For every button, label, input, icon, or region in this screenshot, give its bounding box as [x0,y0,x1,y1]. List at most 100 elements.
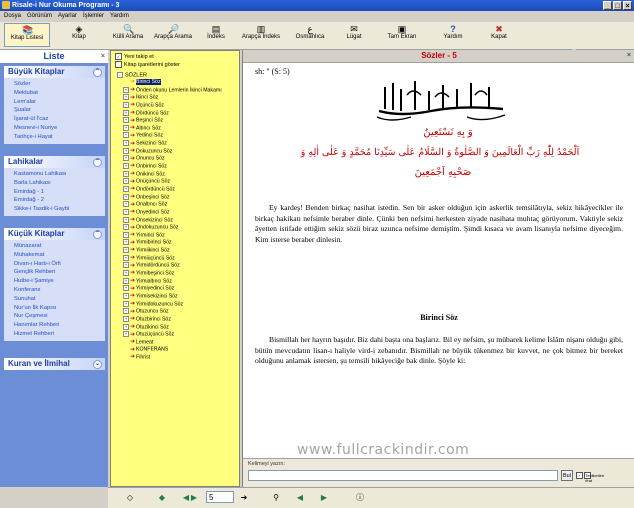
arabic-search-button[interactable]: 🔎 Arapça Arama [150,23,196,47]
list-item[interactable]: Kastamonu Lahikası [14,170,105,179]
back-icon[interactable]: ◀ [294,492,306,503]
tree-item[interactable]: + ➔Dördüncü Söz [111,109,239,118]
expand-icon[interactable]: + [123,193,129,200]
tree-item[interactable]: + ➔Yirmiyedinci Söz [111,285,239,293]
list-item[interactable]: Sözler [14,80,105,89]
expand-icon[interactable]: + [123,254,129,261]
expand-icon[interactable]: + [123,170,129,177]
tree-item[interactable]: + ➔Yirmidördüncü Söz [111,262,239,270]
menu-view[interactable]: Görünüm [27,11,52,21]
checkbox-icon[interactable]: ✓ [115,53,122,61]
tree-item[interactable]: + ➔Yirmidokuzuncu Söz [111,300,239,309]
maximize-button[interactable]: □ [613,1,622,10]
expand-icon[interactable]: + [123,270,129,277]
tree-item[interactable]: + ➔Beşinci Söz [111,117,239,125]
group-header[interactable]: Büyük Kitaplar ⌃ [4,66,105,78]
menu-actions[interactable]: İşlemler [83,11,104,21]
expand-icon[interactable]: + [123,101,129,108]
help-button[interactable]: ? Yardım [438,23,468,47]
tree-item[interactable]: + ➔Yirmiikinci Söz [111,247,239,255]
search-all-button[interactable]: 🔍 Külli Arama [108,23,148,47]
bookmark-icon[interactable]: ◇ [124,492,136,503]
list-item[interactable]: Hanımlar Rehberi [14,321,105,330]
arabic-index-button[interactable]: ▥ Arapça İndeks [238,23,284,47]
minimize-button[interactable]: _ [603,1,612,10]
next-page-icon[interactable]: ▶ [188,492,200,503]
expand-icon[interactable]: + [123,178,129,185]
tree-item[interactable]: + ➔Otuzbirinci Söz [111,315,239,324]
expand-icon[interactable]: + [123,132,129,139]
expand-icon[interactable]: + [123,285,129,292]
menu-help[interactable]: Yardım [110,11,129,21]
info-icon[interactable]: ⓘ [354,492,366,503]
tree-item[interactable]: + ➔Onikinci Söz [111,170,239,179]
expand-icon[interactable]: + [123,140,129,147]
expand-icon[interactable]: + [123,323,129,330]
list-item[interactable]: Münazarat [14,242,105,251]
page-number-input[interactable]: 5 [206,491,234,503]
list-item[interactable]: Emirdağ - 2 [14,196,105,205]
list-item[interactable]: Şualar [14,106,105,115]
tree-item[interactable]: + ➔Yedinci Söz [111,132,239,140]
list-item[interactable]: Sunuhat [14,295,105,304]
tree-item[interactable]: + ➔Yirmialtıncı Söz [111,277,239,286]
search-option[interactable]: ✓ Tekliketleri ifrat [576,472,604,483]
checkbox-icon[interactable]: ✓ [576,472,583,479]
expand-icon[interactable]: + [123,308,129,315]
tree-item[interactable]: + ➔Üçüncü Söz [111,101,239,110]
tree-item[interactable]: + ➔Altıncı Söz [111,124,239,133]
expand-icon[interactable]: + [123,155,129,162]
list-item[interactable]: Emirdağ - 1 [14,188,105,197]
tree-item[interactable]: ➔Fihrist [111,354,239,362]
expand-icon[interactable]: + [123,224,129,231]
expand-icon[interactable]: + [123,239,129,246]
group-header[interactable]: Lahikalar ⌃ [4,156,105,168]
list-item[interactable]: Mesnevi-i Nuriye [14,124,105,133]
tree-item[interactable]: + ➔Otuzüçüncü Söz [111,331,239,339]
tree-item[interactable]: + ➔Ondokuzuncu Söz [111,224,239,232]
list-item[interactable]: Tarihçe-i Hayat [14,133,105,142]
tree-item[interactable]: + ➔İkinci Söz [111,94,239,102]
tree-item[interactable]: + ➔Sekizinci Söz [111,140,239,148]
tree-item[interactable]: + ➔Onyedinci Söz [111,208,239,217]
chevron-down-icon[interactable]: ⌄ [93,360,102,369]
close-window-button[interactable]: × [623,1,632,10]
expand-icon[interactable]: + [123,109,129,116]
chevron-up-icon[interactable]: ⌃ [93,158,102,167]
first-page-icon[interactable]: ◆ [156,492,168,503]
list-item[interactable]: Konferans [14,286,105,295]
tree-root[interactable]: - SÖZLER [111,72,239,79]
index-button[interactable]: ▤ İndeks [202,23,230,47]
list-item[interactable]: Nur Çeşmesi [14,312,105,321]
option-follow[interactable]: ✓ Yeni takip et [111,53,239,61]
tree-item[interactable]: + ➔Onuncu Söz [111,155,239,163]
expand-icon[interactable]: + [123,300,129,307]
close-app-button[interactable]: ✖ Kapat [484,23,514,47]
tree-item[interactable]: + ➔Otuzuncu Söz [111,308,239,316]
fullscreen-button[interactable]: ▣ Tam Ekran [384,23,420,47]
list-item[interactable]: Gençlik Rehberi [14,268,105,277]
list-item[interactable]: Barla Lahikası [14,179,105,188]
expand-icon[interactable]: + [123,94,129,101]
binoculars-icon[interactable]: ⚲ [270,492,282,503]
ottoman-button[interactable]: ع Osmanlıca [292,23,328,47]
expand-icon[interactable]: + [123,331,129,338]
collapse-icon[interactable]: - [117,72,123,78]
list-item[interactable]: Lem'alar [14,98,105,107]
list-item[interactable]: Hizmet Rehberi [14,330,105,339]
expand-icon[interactable]: + [123,216,129,223]
menu-file[interactable]: Dosya [4,11,21,21]
group-header[interactable]: Kuran ve İlmihal ⌄ [4,358,105,370]
chevron-up-icon[interactable]: ⌃ [93,68,102,77]
tree-item[interactable]: + ➔Yirmibirinci Söz [111,239,239,247]
option-bookmarks[interactable]: Kitap işaretlerini göster [111,61,239,69]
expand-icon[interactable]: + [123,262,129,269]
tree-item[interactable]: + ➔Yirmiüçüncü Söz [111,254,239,263]
expand-icon[interactable]: + [123,208,129,215]
tree-item[interactable]: + ➔Dokuzuncu Söz [111,147,239,156]
book-button[interactable]: ◈ Kitap [62,23,96,47]
tree-item[interactable]: + ➔Onsekizinci Söz [111,216,239,225]
expand-icon[interactable]: + [123,201,129,208]
list-item[interactable]: Divan-ı Harb-i Örfi [14,260,105,269]
expand-icon[interactable]: + [123,277,129,284]
